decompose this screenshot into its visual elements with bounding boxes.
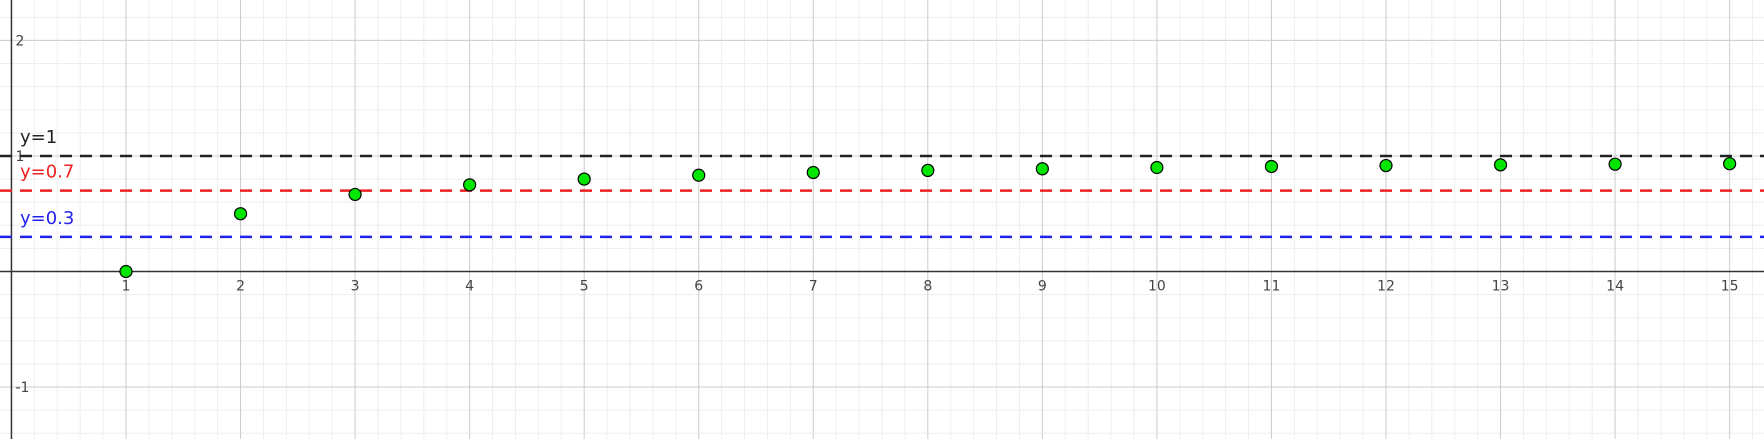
data-point [1150,160,1164,175]
x-tick-label: 11 [1263,278,1281,294]
y-tick-label: 2 [15,33,24,49]
data-point [692,168,706,182]
data-point [577,172,591,186]
data-point [1608,157,1622,171]
x-tick-label: 9 [1038,278,1047,294]
x-tick-label: 7 [809,278,818,294]
x-tick-label: 8 [923,278,932,294]
data-point [921,163,935,178]
x-tick-label: 6 [694,278,703,294]
x-tick-label: 5 [580,278,589,294]
chart: 1 2 3 4 5 6 7 8 9 10 11 12 13 14 15-112 y=1y=0.7y=0.3 [0,0,1764,439]
data-point [1379,158,1393,173]
data-point [119,264,133,279]
data-point [806,165,820,180]
x-tick-label: 13 [1492,278,1510,294]
x-tick-label: 1 [122,278,131,294]
x-tick-label: 10 [1148,278,1166,294]
data-point [348,187,362,202]
tick-labels: 1 2 3 4 5 6 7 8 9 10 11 12 13 14 15-112 [15,33,1738,396]
data-point [463,178,477,192]
x-tick-label: 2 [236,278,245,294]
x-tick-label: 12 [1377,278,1395,294]
data-point [1035,162,1049,176]
reference-line-label: y=0.7 [20,162,74,183]
minor-grid [0,0,1764,439]
data-point [1264,159,1279,174]
x-tick-label: 14 [1606,278,1624,294]
data-point [233,207,248,221]
data-point [1723,157,1737,171]
reference-line-label: y=1 [20,127,57,148]
y-tick-label: -1 [15,380,29,396]
data-point [1493,158,1508,172]
reference-line-label: y=0.3 [20,208,74,229]
x-tick-label: 15 [1721,278,1739,294]
x-tick-label: 4 [465,278,474,294]
x-tick-label: 3 [351,278,360,294]
